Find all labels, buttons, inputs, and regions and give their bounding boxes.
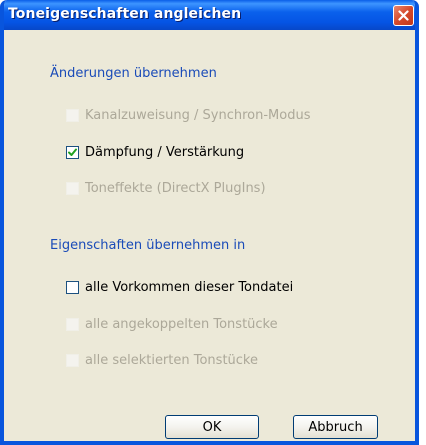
title-bar[interactable]: Toneigenschaften angleichen (4, 0, 415, 30)
checkbox-label: Toneffekte (DirectX PlugIns) (85, 181, 266, 196)
checkbox-all-occurrences[interactable] (66, 281, 79, 294)
group-label-apply-changes: Änderungen übernehmen (50, 66, 217, 81)
checkbox-label: Kanalzuweisung / Synchron-Modus (85, 108, 311, 123)
dialog-content: Änderungen übernehmen Kanalzuweisung / S… (4, 30, 415, 441)
checkbox-row-all-occurrences: alle Vorkommen dieser Tondatei (66, 280, 293, 295)
checkmark-icon (68, 148, 77, 156)
group-label-apply-to: Eigenschaften übernehmen in (50, 238, 246, 253)
checkbox-linked-clips[interactable] (66, 318, 79, 331)
checkbox-selected-clips[interactable] (66, 354, 79, 367)
cancel-button[interactable]: Abbruch (293, 415, 378, 439)
close-button[interactable] (393, 5, 414, 26)
checkbox-row-channel-assignment: Kanalzuweisung / Synchron-Modus (66, 108, 310, 123)
checkbox-label: alle angekoppelten Tonstücke (85, 317, 278, 332)
checkbox-row-sound-effects: Toneffekte (DirectX PlugIns) (66, 181, 266, 196)
checkbox-attenuation[interactable] (66, 146, 79, 159)
dialog-window: Toneigenschaften angleichen Änderungen ü… (0, 0, 419, 445)
checkbox-row-selected-clips: alle selektierten Tonstücke (66, 353, 258, 368)
window-title: Toneigenschaften angleichen (8, 6, 242, 22)
checkbox-row-attenuation: Dämpfung / Verstärkung (66, 145, 244, 160)
checkbox-label: alle selektierten Tonstücke (85, 353, 258, 368)
ok-button[interactable]: OK (165, 415, 259, 439)
close-icon (398, 10, 409, 21)
checkbox-row-linked-clips: alle angekoppelten Tonstücke (66, 317, 278, 332)
checkbox-sound-effects[interactable] (66, 182, 79, 195)
checkbox-label: alle Vorkommen dieser Tondatei (85, 280, 294, 295)
checkbox-label: Dämpfung / Verstärkung (85, 145, 245, 160)
checkbox-channel-assignment[interactable] (66, 109, 79, 122)
